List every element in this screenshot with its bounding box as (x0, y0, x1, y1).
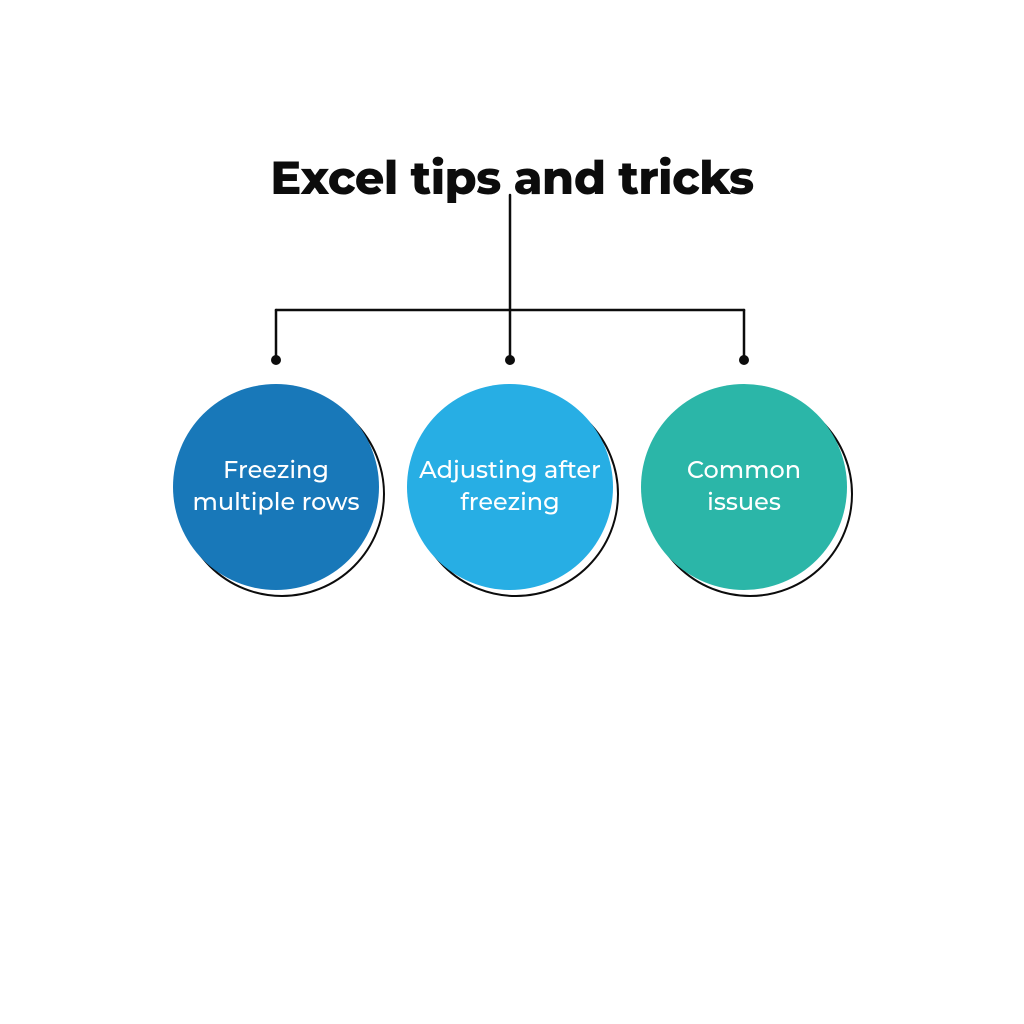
node-common-issues: Common issues (641, 384, 847, 590)
diagram-stage: Excel tips and tricks Freezing multiple … (0, 0, 1024, 1024)
node-label: Freezing multiple rows (173, 455, 379, 520)
node-fill: Adjusting after freezing (407, 384, 613, 590)
diagram-title: Excel tips and tricks (0, 149, 1024, 206)
node-freezing-multiple-rows: Freezing multiple rows (173, 384, 379, 590)
node-label: Adjusting after freezing (407, 455, 613, 520)
node-label: Common issues (641, 455, 847, 520)
node-fill: Common issues (641, 384, 847, 590)
node-adjusting-after-freezing: Adjusting after freezing (407, 384, 613, 590)
node-fill: Freezing multiple rows (173, 384, 379, 590)
